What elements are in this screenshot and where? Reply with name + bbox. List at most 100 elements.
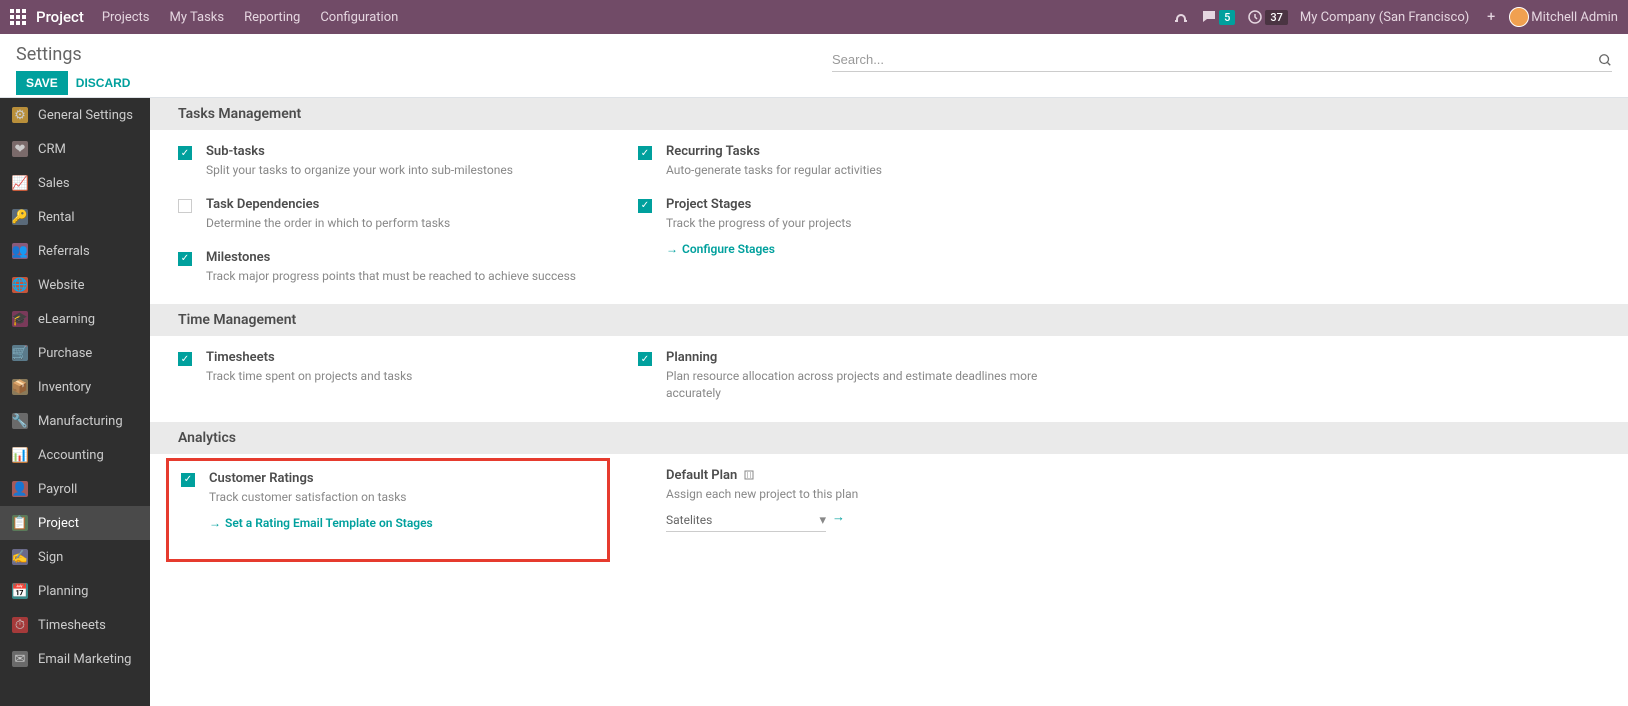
- milestones-title: Milestones: [206, 250, 598, 265]
- sidebar-accounting[interactable]: 📊Accounting: [0, 438, 150, 472]
- chevron-down-icon[interactable]: ▾: [819, 513, 826, 528]
- plan-title: Default Plan: [666, 468, 1058, 483]
- stages-title: Project Stages: [666, 197, 1058, 212]
- discard-button[interactable]: DISCARD: [76, 76, 131, 90]
- sidebar-sign[interactable]: ✍Sign: [0, 540, 150, 574]
- nav-right: 5 37 My Company (San Francisco) Mitchell…: [1173, 7, 1618, 27]
- setting-recurring: ✓ Recurring Tasks Auto-generate tasks fo…: [638, 144, 1058, 179]
- nav-projects[interactable]: Projects: [102, 10, 150, 25]
- control-bar: Settings SAVE DISCARD: [0, 34, 1628, 98]
- nav-reporting[interactable]: Reporting: [244, 10, 300, 25]
- building-icon: [743, 469, 755, 481]
- sidebar-inventory[interactable]: 📦Inventory: [0, 370, 150, 404]
- page-title: Settings: [16, 44, 130, 65]
- setting-default-plan: Default Plan Assign each new project to …: [638, 468, 1058, 532]
- sidebar-website[interactable]: 🌐Website: [0, 268, 150, 302]
- sidebar-project[interactable]: 📋Project: [0, 506, 150, 540]
- sidebar-rental[interactable]: 🔑Rental: [0, 200, 150, 234]
- action-buttons: SAVE DISCARD: [16, 71, 130, 95]
- nav-left: Project Projects My Tasks Reporting Conf…: [10, 8, 398, 26]
- sidebar-planning[interactable]: 📅Planning: [0, 574, 150, 608]
- stages-checkbox[interactable]: ✓: [638, 199, 652, 213]
- save-button[interactable]: SAVE: [16, 71, 68, 95]
- plan-value: Satelites: [666, 513, 811, 527]
- sidebar-payroll[interactable]: 👤Payroll: [0, 472, 150, 506]
- top-nav: Project Projects My Tasks Reporting Conf…: [0, 0, 1628, 34]
- arrow-right-icon: →: [209, 516, 221, 530]
- apps-icon[interactable]: [10, 9, 26, 25]
- ratings-checkbox[interactable]: ✓: [181, 473, 195, 487]
- sidebar-email-marketing[interactable]: ✉Email Marketing: [0, 642, 150, 676]
- settings-sidebar: ⚙General Settings ❤CRM 📈Sales 🔑Rental 👥R…: [0, 98, 150, 706]
- section-time-header: Time Management: [150, 304, 1628, 336]
- messages-badge: 5: [1219, 10, 1235, 25]
- sidebar-elearning[interactable]: 🎓eLearning: [0, 302, 150, 336]
- planning-title: Planning: [666, 350, 1058, 365]
- sidebar-manufacturing[interactable]: 🔧Manufacturing: [0, 404, 150, 438]
- sidebar-general-settings[interactable]: ⚙General Settings: [0, 98, 150, 132]
- sidebar-referrals[interactable]: 👥Referrals: [0, 234, 150, 268]
- dependencies-checkbox[interactable]: [178, 199, 192, 213]
- timesheets-desc: Track time spent on projects and tasks: [206, 368, 598, 385]
- milestones-checkbox[interactable]: ✓: [178, 252, 192, 266]
- ratings-desc: Track customer satisfaction on tasks: [209, 489, 595, 506]
- analytics-col-right: Default Plan Assign each new project to …: [638, 468, 1058, 534]
- time-col-right: ✓ Planning Plan resource allocation acro…: [638, 350, 1058, 402]
- subtasks-checkbox[interactable]: ✓: [178, 146, 192, 160]
- milestones-desc: Track major progress points that must be…: [206, 268, 598, 285]
- setting-subtasks: ✓ Sub-tasks Split your tasks to organize…: [178, 144, 598, 179]
- activities-icon[interactable]: 37: [1247, 9, 1288, 25]
- company-name[interactable]: My Company (San Francisco): [1300, 10, 1469, 25]
- section-tasks: ✓ Sub-tasks Split your tasks to organize…: [150, 130, 1628, 304]
- sidebar-sales[interactable]: 📈Sales: [0, 166, 150, 200]
- configure-stages-link[interactable]: →Configure Stages: [666, 242, 775, 256]
- sidebar-purchase[interactable]: 🛒Purchase: [0, 336, 150, 370]
- time-col-left: ✓ Timesheets Track time spent on project…: [178, 350, 598, 402]
- subtasks-title: Sub-tasks: [206, 144, 598, 159]
- main: ⚙General Settings ❤CRM 📈Sales 🔑Rental 👥R…: [0, 98, 1628, 706]
- sidebar-crm[interactable]: ❤CRM: [0, 132, 150, 166]
- timesheets-checkbox[interactable]: ✓: [178, 352, 192, 366]
- search-wrap: [832, 48, 1612, 72]
- tasks-col-right: ✓ Recurring Tasks Auto-generate tasks fo…: [638, 144, 1058, 284]
- avatar: [1509, 7, 1529, 27]
- timesheets-title: Timesheets: [206, 350, 598, 365]
- debug-icon[interactable]: [1481, 9, 1497, 25]
- setting-milestones: ✓ Milestones Track major progress points…: [178, 250, 598, 285]
- nav-menu: Projects My Tasks Reporting Configuratio…: [102, 10, 398, 25]
- recurring-checkbox[interactable]: ✓: [638, 146, 652, 160]
- nav-my-tasks[interactable]: My Tasks: [170, 10, 225, 25]
- ratings-title: Customer Ratings: [209, 471, 595, 486]
- plan-select[interactable]: Satelites ▾: [666, 513, 826, 532]
- section-tasks-header: Tasks Management: [150, 98, 1628, 130]
- dependencies-desc: Determine the order in which to perform …: [206, 215, 598, 232]
- user-menu[interactable]: Mitchell Admin: [1509, 7, 1618, 27]
- search-icon[interactable]: [1598, 53, 1612, 67]
- user-name: Mitchell Admin: [1531, 10, 1618, 25]
- subtasks-desc: Split your tasks to organize your work i…: [206, 162, 598, 179]
- recurring-desc: Auto-generate tasks for regular activiti…: [666, 162, 1058, 179]
- external-link-icon[interactable]: →: [832, 509, 845, 525]
- setting-planning: ✓ Planning Plan resource allocation acro…: [638, 350, 1058, 402]
- setting-ratings: ✓ Customer Ratings Track customer satisf…: [181, 471, 595, 531]
- search-input[interactable]: [832, 52, 1598, 67]
- analytics-col-left: ✓ Customer Ratings Track customer satisf…: [178, 468, 598, 534]
- content: Tasks Management ✓ Sub-tasks Split your …: [150, 98, 1628, 706]
- messages-icon[interactable]: 5: [1201, 9, 1235, 25]
- setting-stages: ✓ Project Stages Track the progress of y…: [638, 197, 1058, 257]
- highlight-box: ✓ Customer Ratings Track customer satisf…: [166, 458, 610, 562]
- planning-checkbox[interactable]: ✓: [638, 352, 652, 366]
- recurring-title: Recurring Tasks: [666, 144, 1058, 159]
- tasks-col-left: ✓ Sub-tasks Split your tasks to organize…: [178, 144, 598, 284]
- nav-configuration[interactable]: Configuration: [320, 10, 398, 25]
- setting-timesheets: ✓ Timesheets Track time spent on project…: [178, 350, 598, 385]
- voip-icon[interactable]: [1173, 9, 1189, 25]
- sidebar-timesheets[interactable]: ⏱Timesheets: [0, 608, 150, 642]
- rating-template-link[interactable]: →Set a Rating Email Template on Stages: [209, 516, 433, 530]
- arrow-right-icon: →: [666, 242, 678, 256]
- setting-dependencies: Task Dependencies Determine the order in…: [178, 197, 598, 232]
- section-analytics: ✓ Customer Ratings Track customer satisf…: [150, 454, 1628, 554]
- app-name[interactable]: Project: [36, 8, 84, 26]
- dependencies-title: Task Dependencies: [206, 197, 598, 212]
- section-time: ✓ Timesheets Track time spent on project…: [150, 336, 1628, 422]
